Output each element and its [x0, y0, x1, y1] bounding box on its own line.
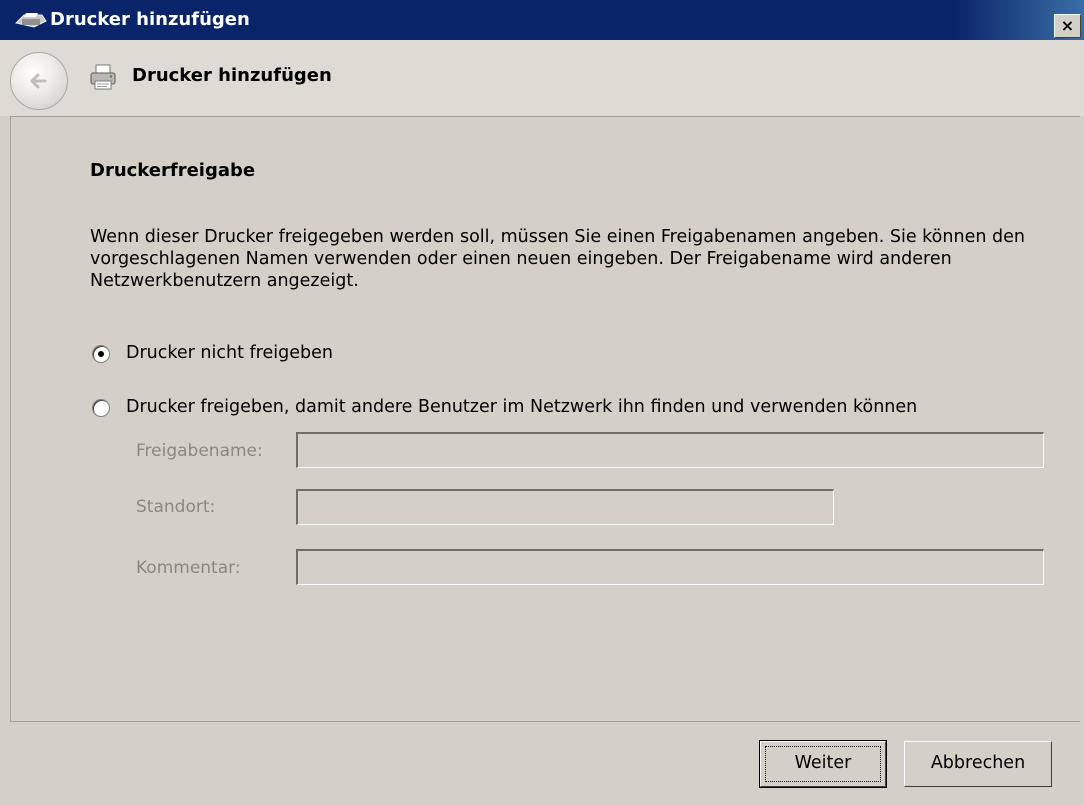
back-button[interactable] — [10, 52, 68, 110]
radio-label-share[interactable]: Drucker freigeben, damit andere Benutzer… — [126, 397, 917, 417]
radio-button-selected[interactable] — [92, 345, 110, 363]
radio-button[interactable] — [92, 399, 110, 417]
back-arrow-icon — [30, 73, 47, 89]
close-button[interactable]: × — [1054, 14, 1081, 38]
close-icon: × — [1060, 16, 1075, 35]
nav-bar: Drucker hinzufügen — [0, 40, 1084, 116]
cancel-button-label: Abbrechen — [930, 753, 1026, 773]
share-name-label: Freigabename: — [136, 441, 263, 461]
page-heading: Druckerfreigabe — [90, 160, 256, 181]
printer-add-icon — [12, 9, 52, 31]
printer-icon — [88, 62, 118, 92]
cancel-button[interactable]: Abbrechen — [904, 741, 1052, 787]
location-field — [296, 489, 834, 525]
radio-share[interactable]: Drucker freigeben, damit andere Benutzer… — [92, 397, 1052, 419]
comment-field — [296, 549, 1044, 585]
radio-dont-share[interactable]: Drucker nicht freigeben — [92, 343, 412, 365]
content-panel — [10, 116, 1080, 722]
window-title: Drucker hinzufügen — [50, 9, 250, 30]
page-description: Wenn dieser Drucker freigegeben werden s… — [90, 227, 1025, 291]
title-bar: Drucker hinzufügen × — [0, 0, 1084, 40]
radio-label-dont-share[interactable]: Drucker nicht freigeben — [126, 343, 333, 363]
next-button[interactable]: Weiter — [759, 740, 887, 788]
location-label: Standort: — [136, 497, 216, 517]
comment-label: Kommentar: — [136, 558, 241, 578]
share-name-field — [296, 432, 1044, 468]
nav-title: Drucker hinzufügen — [132, 65, 332, 86]
